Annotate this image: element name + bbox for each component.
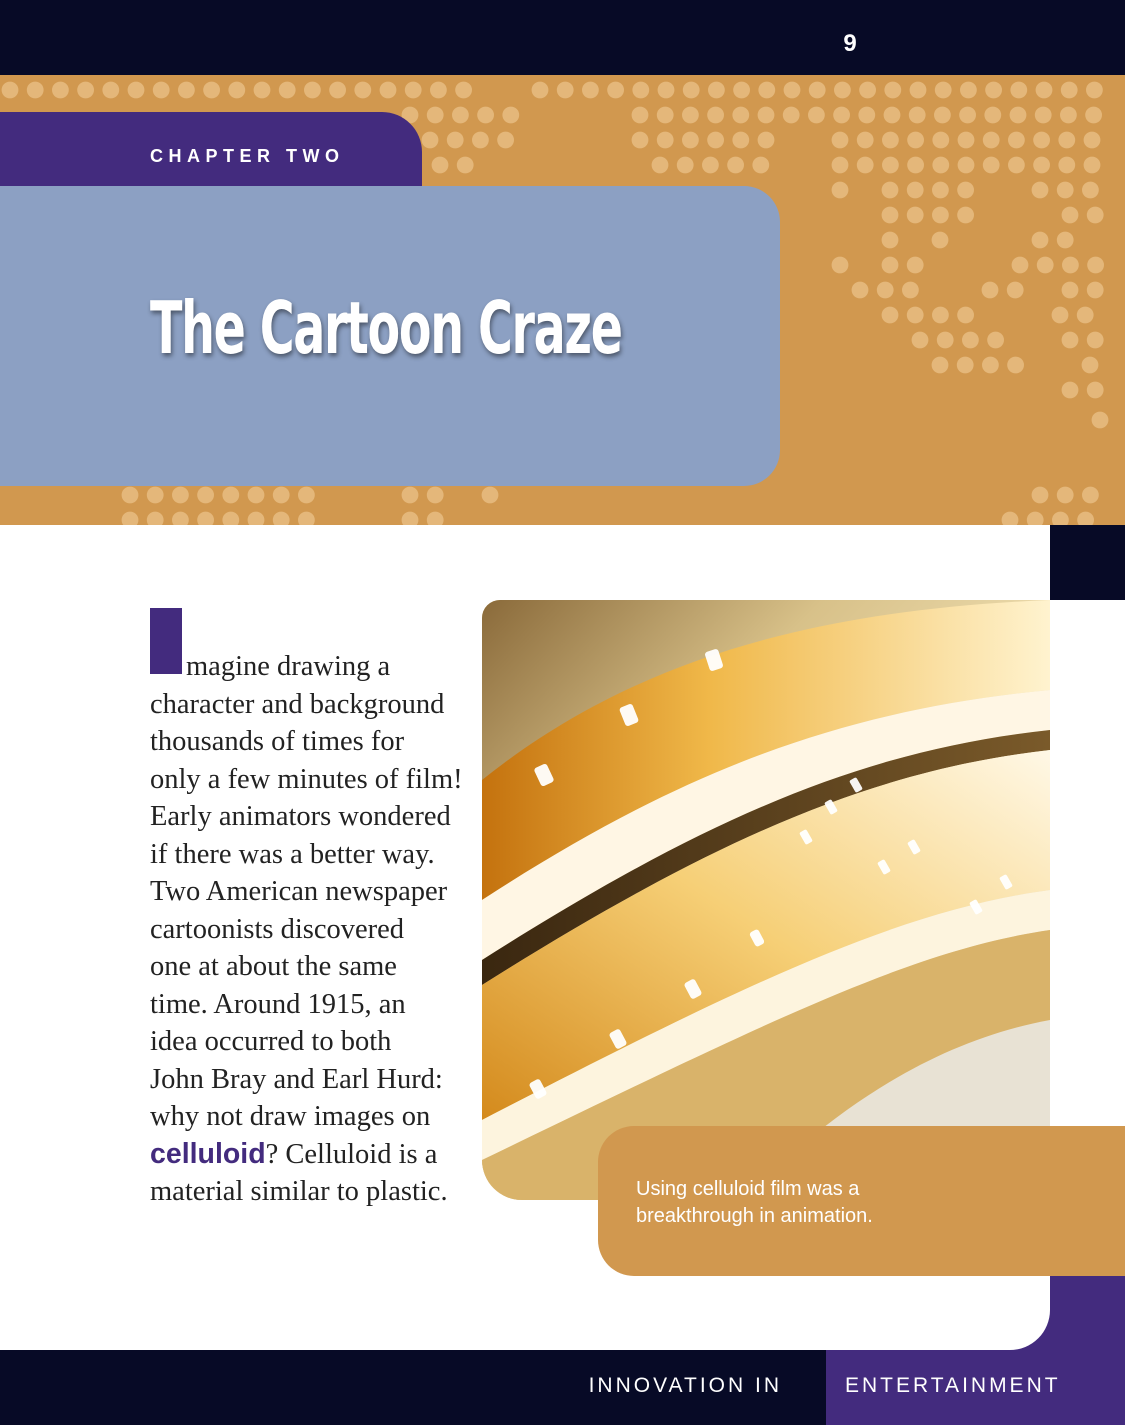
body-line: Two American newspaper [150, 876, 448, 907]
body-line: celluloid? Celluloid is a [150, 1136, 470, 1174]
chapter-label: CHAPTER TWO [150, 146, 345, 166]
side-accent-navy [1050, 525, 1125, 600]
page-number: 9 [843, 30, 857, 57]
body-line: Early animators wondered [150, 801, 451, 832]
body-line: one at about the same [150, 951, 397, 982]
figure-caption: Using celluloid film was a breakthrough … [636, 1178, 873, 1227]
body-line: if there was a better way. [150, 838, 435, 870]
body-line: time. Around 1915, an [150, 988, 406, 1020]
series-title-right: ENTERTAINMENT [845, 1374, 1061, 1397]
body-line: cartoonists discovered [150, 913, 405, 945]
body-line: character and background [150, 688, 445, 720]
body-line: magine drawing a [186, 651, 391, 682]
top-bar [0, 0, 1125, 75]
film-illustration [482, 600, 1050, 1200]
body-line: only a few minutes of film! [150, 763, 463, 795]
body-line-rest: ? Celluloid is a [265, 1138, 438, 1170]
series-title-left: INNOVATION IN [588, 1374, 782, 1397]
body-line: John Bray and Earl Hurd: [150, 1063, 443, 1095]
film-reel-photo [482, 600, 1050, 1200]
body-paragraph: magine drawing a character and backgroun… [150, 648, 470, 1211]
body-line: material similar to plastic. [150, 1176, 448, 1207]
glossary-term[interactable]: celluloid [150, 1138, 266, 1170]
body-line: why not draw images on [150, 1101, 431, 1132]
body-line: idea occurred to both [150, 1026, 392, 1057]
page-title: The Cartoon Craze [150, 286, 623, 370]
body-line: thousands of times for [150, 726, 405, 757]
